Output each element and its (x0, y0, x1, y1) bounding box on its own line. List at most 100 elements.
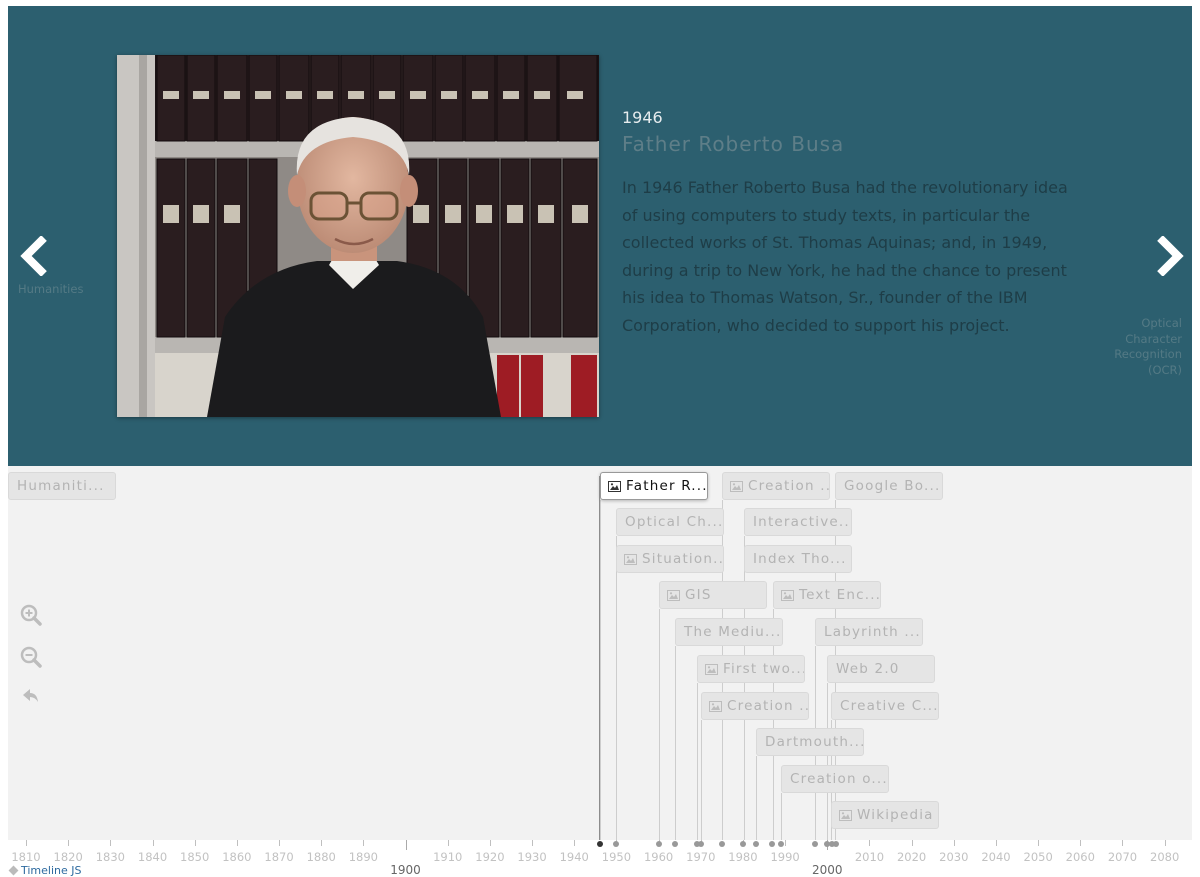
zoom-in-icon (20, 604, 42, 626)
event-dot[interactable] (777, 841, 784, 847)
timeline-flag[interactable]: Wikipedia (831, 801, 939, 829)
zoom-in-button[interactable] (20, 604, 42, 630)
axis-tick (1038, 840, 1040, 846)
brand-label: Timeline JS (21, 864, 82, 877)
timeline-flag[interactable]: The Mediu... (675, 618, 783, 646)
timeline-navigation: Humaniti... Father R... Creation ... Google… (8, 466, 1192, 840)
axis-tick-label: 1990 (770, 850, 800, 864)
axis-tick (785, 840, 787, 846)
axis-tick (489, 840, 491, 846)
axis-tick (532, 840, 534, 846)
image-icon (709, 701, 722, 712)
flag-stem (616, 573, 617, 840)
zoom-out-button[interactable] (20, 646, 42, 672)
axis-tick-label: 1950 (601, 850, 632, 864)
flag-label: Creation o... (790, 771, 888, 787)
previous-slide-button[interactable] (16, 235, 52, 277)
axis-tick-label: 1890 (348, 850, 379, 864)
timeline-flag[interactable]: Web 2.0 (827, 655, 935, 683)
timeline-flag[interactable]: Creation ... (722, 472, 830, 500)
event-dot[interactable] (739, 841, 746, 847)
axis-tick (1080, 840, 1082, 846)
axis-tick (321, 840, 323, 846)
flag-stem (659, 609, 660, 840)
axis-tick-label: 2020 (896, 850, 927, 864)
image-icon (781, 590, 794, 601)
back-to-start-button[interactable] (22, 688, 40, 708)
previous-slide-label[interactable]: Humanities (18, 282, 83, 298)
axis-tick-label: 1970 (686, 850, 716, 864)
axis-tick (405, 840, 407, 850)
axis-tick-label: 1830 (95, 850, 125, 864)
timeline-flag[interactable]: Google Bo... (835, 472, 943, 500)
timeline-flag[interactable]: Creation o... (781, 765, 889, 793)
event-dot[interactable] (697, 841, 704, 847)
flag-label: Web 2.0 (836, 661, 900, 677)
axis-major-label: 1900 (390, 863, 421, 877)
slide-date: 1946 (622, 108, 663, 127)
timeline-flag[interactable]: First two... (697, 655, 805, 683)
timeline-flag[interactable]: Humaniti... (8, 472, 116, 500)
timeline-flag[interactable]: Father R... (600, 472, 708, 500)
flag-label: Index Tho... (753, 551, 847, 567)
next-slide-label[interactable]: Optical Character Recognition (OCR) (1092, 316, 1182, 378)
flag-label: Optical Ch... (625, 514, 724, 530)
timeline-flag[interactable]: Situation... (616, 545, 724, 573)
back-to-start-icon (23, 689, 38, 702)
event-dot[interactable] (596, 841, 603, 847)
event-dot[interactable] (655, 841, 662, 847)
axis-tick (279, 840, 281, 846)
axis-tick-label: 1860 (222, 850, 252, 864)
timeline-flag[interactable]: Interactive... (744, 508, 852, 536)
slide-text: In 1946 Father Roberto Busa had the revo… (622, 178, 1068, 335)
flag-label: Text Enc... (799, 587, 881, 603)
chevron-left-icon (20, 235, 47, 277)
axis-tick-label: 1920 (475, 850, 505, 864)
timeline-flag[interactable]: Text Enc... (773, 581, 881, 609)
flag-label: The Mediu... (684, 624, 782, 640)
axis-tick-label: 1870 (264, 850, 294, 864)
portrait-image (117, 55, 599, 417)
axis-tick (574, 840, 576, 846)
flag-label: First two... (723, 661, 805, 677)
timeline-flag[interactable]: Creative C... (831, 692, 939, 720)
axis-tick (1122, 840, 1124, 846)
flag-label: Google Bo... (844, 478, 941, 494)
flag-label: Creative C... (840, 698, 939, 714)
image-icon (608, 481, 621, 492)
flag-label: Dartmouth... (765, 734, 864, 750)
event-dot[interactable] (752, 841, 759, 847)
timeline-flag[interactable]: GIS (659, 581, 767, 609)
image-icon (667, 590, 680, 601)
next-slide-button[interactable] (1152, 235, 1188, 277)
slide-photo (117, 55, 599, 417)
timelinejs-brand[interactable]: Timeline JS (8, 864, 82, 877)
timeline-flag[interactable]: Optical Ch... (616, 508, 724, 536)
axis-tick-label: 2070 (1107, 850, 1138, 864)
timeline-flag[interactable]: Creation ... (701, 692, 809, 720)
timeline-flag[interactable]: Index Tho... (744, 545, 852, 573)
event-dot[interactable] (811, 841, 818, 847)
timeline-flag[interactable]: Dartmouth... (756, 728, 864, 756)
axis-tick-label: 1840 (137, 850, 168, 864)
flag-label: Labyrinth ... (824, 624, 921, 640)
axis-tick (363, 840, 365, 846)
zoom-out-icon (20, 646, 42, 668)
axis-tick-label: 1910 (433, 850, 463, 864)
axis-tick (236, 840, 238, 846)
flag-stem (756, 756, 757, 840)
event-dot[interactable] (832, 841, 839, 847)
timeline-flag[interactable]: Labyrinth ... (815, 618, 923, 646)
flag-stem (831, 829, 832, 840)
flag-label: Creation ... (727, 698, 809, 714)
axis-tick (911, 840, 913, 846)
slide-stage: 1946 Father Roberto Busa In 1946 Father … (8, 6, 1192, 466)
axis-tick-label: 1820 (53, 850, 83, 864)
flag-label: GIS (685, 587, 712, 603)
axis-tick (152, 840, 154, 846)
flag-label: Wikipedia (857, 807, 934, 823)
axis-tick (995, 840, 997, 846)
event-dot[interactable] (718, 841, 725, 847)
axis-tick (110, 840, 112, 846)
flag-label: Interactive... (753, 514, 852, 530)
